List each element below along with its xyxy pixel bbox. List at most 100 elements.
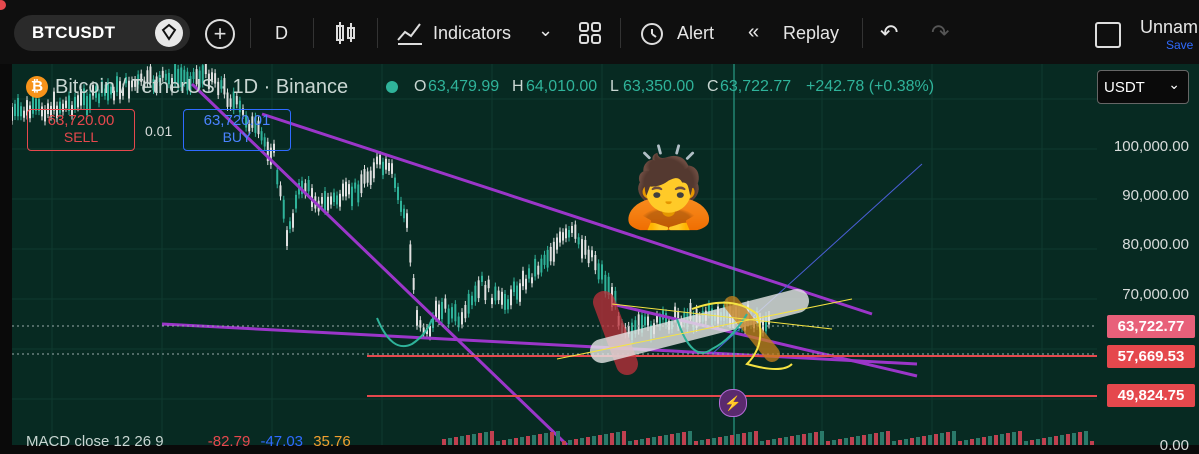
- macd-value-3: 35.76: [313, 433, 351, 450]
- macd-bar: [598, 435, 602, 445]
- macd-bar: [1090, 441, 1094, 445]
- macd-bar: [886, 431, 890, 445]
- sell-button[interactable]: 63,720.00 SELL: [27, 109, 135, 151]
- macd-bar: [1000, 434, 1004, 445]
- alarm-clock-icon[interactable]: [638, 19, 666, 47]
- freehand: [376, 317, 433, 348]
- macd-bar: [718, 437, 722, 445]
- candle-body: [474, 285, 477, 302]
- macd-bar: [922, 436, 926, 445]
- buy-label: BUY: [222, 129, 252, 145]
- macd-bar: [766, 440, 770, 445]
- chevron-down-icon[interactable]: ⌄: [538, 20, 553, 41]
- macd-bar: [844, 438, 848, 445]
- macd-bar: [778, 438, 782, 445]
- candle-body: [604, 274, 607, 294]
- candle-body: [559, 231, 561, 243]
- last-price-tag: 63,722.77: [1107, 315, 1195, 338]
- candle-body: [339, 193, 341, 207]
- horizontal-line-tag: 49,824.75: [1107, 384, 1195, 407]
- trend-line: [261, 112, 873, 316]
- premium-icon[interactable]: [155, 19, 183, 47]
- candle-body: [444, 298, 447, 309]
- add-symbol-icon[interactable]: +: [205, 19, 235, 49]
- save-link[interactable]: Save: [1166, 38, 1193, 52]
- indicators-icon[interactable]: [396, 20, 424, 46]
- candle-body: [516, 285, 518, 300]
- close-key: C: [707, 78, 719, 95]
- price-tick: 90,000.00: [1122, 187, 1189, 204]
- rewind-icon[interactable]: «: [748, 21, 759, 44]
- macd-bar: [700, 440, 704, 445]
- macd-bar: [466, 435, 470, 445]
- candle-body: [406, 213, 408, 228]
- top-toolbar: BTCUSDT + D Indicators ⌄ Alert « Replay …: [0, 0, 1199, 64]
- layout-grid-icon[interactable]: [578, 21, 602, 45]
- buy-button[interactable]: 63,720.01 BUY: [183, 109, 291, 151]
- macd-legend: MACD close 12 26 9 -82.79 -47.03 35.76: [26, 433, 351, 450]
- macd-bar: [556, 431, 560, 445]
- macd-bar: [838, 439, 842, 445]
- divider: [620, 18, 621, 48]
- chart-legend-title: Bitcoin / TetherUS · 1D · Binance: [55, 76, 349, 98]
- macd-bar: [964, 440, 968, 445]
- macd-bar: [880, 432, 884, 445]
- candle-body: [644, 316, 646, 326]
- candle-body: [447, 308, 450, 325]
- sell-label: SELL: [63, 129, 99, 145]
- macd-bar: [832, 440, 836, 445]
- macd-bar: [874, 433, 878, 445]
- candle-body: [321, 197, 323, 204]
- candle-body: [229, 98, 232, 107]
- candle-body: [491, 297, 493, 305]
- macd-bar: [934, 434, 938, 445]
- macd-bar: [916, 437, 920, 445]
- candle-body: [481, 275, 483, 282]
- candle-body: [357, 184, 360, 203]
- macd-bar: [790, 436, 794, 445]
- currency-select[interactable]: USDT ⌄: [1097, 70, 1189, 104]
- macd-bar: [652, 437, 656, 445]
- candle-body: [497, 290, 500, 301]
- candle-body: [372, 162, 375, 179]
- lightning-icon[interactable]: ⚡: [719, 389, 747, 417]
- candles-icon[interactable]: [333, 20, 359, 46]
- candle-body: [345, 181, 347, 197]
- macd-bar: [442, 439, 446, 445]
- bowing-person-sticker[interactable]: 🙇: [620, 148, 717, 226]
- candle-body: [513, 281, 515, 293]
- redo-icon[interactable]: ↷: [931, 20, 949, 46]
- macd-bar: [562, 441, 566, 445]
- macd-bar: [850, 437, 854, 445]
- macd-bar: [856, 436, 860, 445]
- price-tick: 0.00: [1159, 437, 1189, 454]
- candle-body: [501, 291, 503, 305]
- price-tick: 100,000.00: [1113, 138, 1189, 155]
- macd-bar: [616, 432, 620, 445]
- interval-button[interactable]: D: [275, 23, 288, 44]
- price-tick: 80,000.00: [1122, 236, 1189, 253]
- layout-name[interactable]: Unnam: [1140, 17, 1198, 38]
- macd-bar: [526, 436, 530, 445]
- low-key: L: [610, 78, 619, 95]
- candle-body: [531, 277, 533, 284]
- macd-bar: [676, 433, 680, 445]
- candle-body: [552, 241, 555, 262]
- macd-bar: [640, 439, 644, 445]
- macd-bar: [814, 432, 818, 445]
- macd-bar: [994, 435, 998, 445]
- candle-body: [647, 316, 649, 327]
- select-checkbox[interactable]: [1095, 22, 1121, 48]
- macd-bar: [976, 438, 980, 445]
- candle-body: [382, 161, 384, 176]
- alert-button[interactable]: Alert: [677, 23, 714, 44]
- candle-body: [295, 194, 297, 209]
- replay-button[interactable]: Replay: [783, 23, 839, 44]
- notification-dot: [0, 0, 6, 10]
- undo-icon[interactable]: ↶: [880, 20, 898, 46]
- candle-body: [391, 163, 393, 174]
- indicators-button[interactable]: Indicators: [433, 23, 511, 44]
- macd-bar: [952, 431, 956, 445]
- candle-body: [286, 230, 288, 247]
- candle-body: [568, 230, 570, 238]
